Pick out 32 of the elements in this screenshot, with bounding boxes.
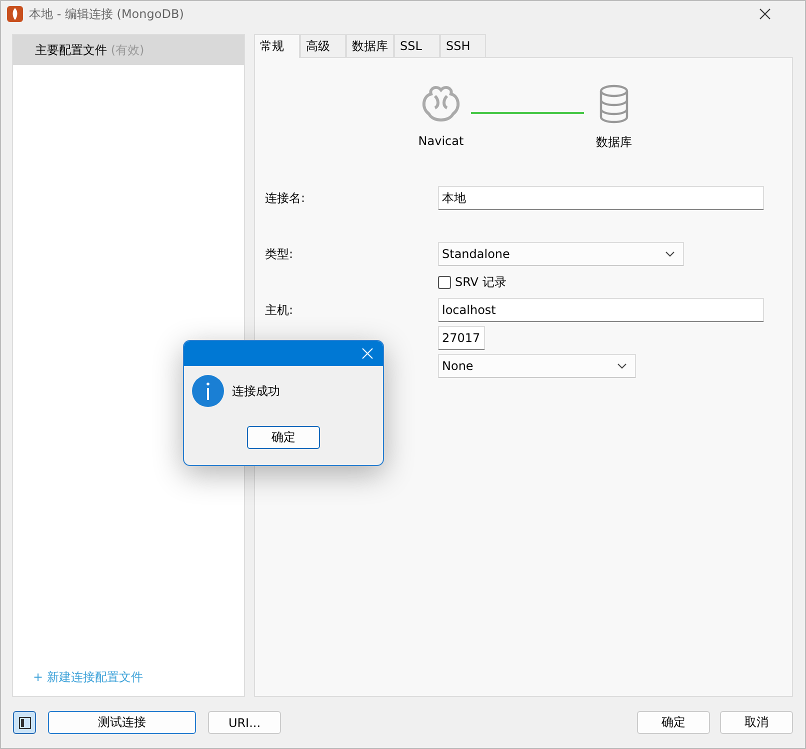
- profile-item[interactable]: 主要配置文件 (有效): [13, 35, 244, 65]
- input-field[interactable]: 27017: [438, 326, 485, 350]
- sidebar-toggle-button[interactable]: [13, 711, 36, 734]
- input-field[interactable]: 本地: [438, 186, 764, 210]
- tab[interactable]: 常规: [254, 34, 300, 58]
- tab[interactable]: 数据库: [346, 34, 394, 57]
- window-title: 本地 - 编辑连接 (MongoDB): [29, 6, 184, 22]
- footer-button[interactable]: URI...: [208, 711, 281, 734]
- field-label: 主机:: [265, 302, 294, 318]
- ok-button[interactable]: 确定: [247, 426, 320, 449]
- database-icon: [598, 84, 630, 124]
- tab[interactable]: SSL: [394, 34, 440, 57]
- message-text: 连接成功: [232, 382, 280, 400]
- tab[interactable]: SSH: [440, 34, 486, 57]
- footer-button[interactable]: 确定: [637, 711, 710, 734]
- source-label: Navicat: [418, 134, 464, 148]
- sidebar-icon: [18, 716, 30, 728]
- close-icon[interactable]: [759, 8, 771, 20]
- chevron-down-icon: [617, 363, 627, 369]
- tab[interactable]: 高级: [300, 34, 346, 57]
- field-label: 连接名:: [265, 190, 306, 206]
- footer-button[interactable]: 测试连接: [48, 711, 196, 734]
- dropdown[interactable]: None: [438, 354, 636, 378]
- leaf-icon: [7, 6, 23, 22]
- chevron-down-icon: [665, 251, 675, 257]
- dropdown[interactable]: Standalone: [438, 242, 684, 266]
- input-field[interactable]: localhost: [438, 298, 764, 322]
- target-label: 数据库: [596, 134, 632, 151]
- srv-checkbox[interactable]: SRV 记录: [438, 274, 506, 290]
- footer-button[interactable]: 取消: [720, 711, 793, 734]
- info-icon: [192, 375, 224, 407]
- field-label: 类型:: [265, 246, 294, 262]
